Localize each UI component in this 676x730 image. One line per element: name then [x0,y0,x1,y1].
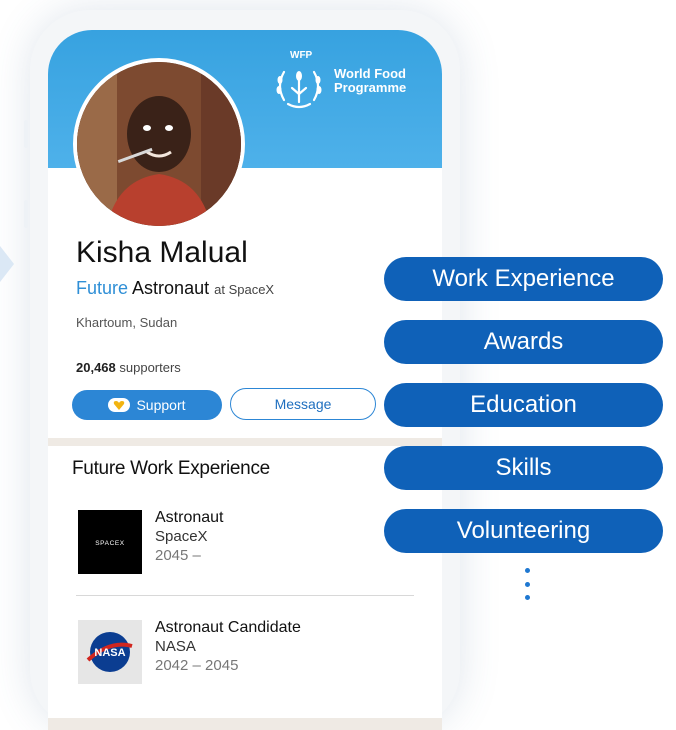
profile-location: Khartoum, Sudan [76,315,178,330]
supporters-label: supporters [119,360,181,375]
avatar [73,58,245,230]
bottom-divider [48,718,442,730]
experience-item-spacex[interactable]: SPACEX Astronaut SpaceX 2045 – [78,508,408,588]
wfp-logo-line2: Programme [334,80,407,95]
section-pill-awards[interactable]: Awards [384,320,663,364]
experience-dates: 2042 – 2045 [155,657,239,674]
title-future: Future [76,278,129,298]
spacex-logo-text: SPACEX [95,540,125,547]
experience-org: NASA [155,638,196,655]
list-divider [76,595,414,596]
message-button-label: Message [274,396,332,412]
profile-title: Future Astronaut at SpaceX [76,278,274,299]
section-pill-education[interactable]: Education [384,383,663,427]
wfp-tag: WFP [290,50,313,61]
nasa-logo-text: NASA [94,647,125,659]
experience-org: SpaceX [155,528,208,545]
wfp-logo-line1: World Food [334,66,406,81]
section-pill-skills[interactable]: Skills [384,446,663,490]
support-button[interactable]: Support [72,390,222,420]
more-vertical-icon[interactable] [524,568,530,600]
experience-item-nasa[interactable]: NASA Astronaut Candidate NASA 2042 – 204… [78,618,408,698]
side-mark [24,200,28,228]
experience-role: Astronaut [155,509,224,526]
side-mark [24,120,28,148]
title-role: Astronaut [132,278,210,298]
section-title: Future Work Experience [72,458,270,479]
wfp-logo: WFP World Food Programme [270,46,410,116]
section-pill-volunteering[interactable]: Volunteering [384,509,663,553]
profile-screen: WFP World Food Programme Kisha Malual Fu… [48,30,442,730]
experience-dates: 2045 – [155,547,201,564]
section-pill-work-experience[interactable]: Work Experience [384,257,663,301]
spacex-logo: SPACEX [78,510,142,574]
supporters-count: 20,468 supporters [76,360,181,375]
supporters-number: 20,468 [76,360,116,375]
experience-role: Astronaut Candidate [155,619,301,636]
wfp-emblem-icon: WFP [270,50,328,112]
title-company: at SpaceX [214,282,275,297]
arrow-left-icon [0,246,14,282]
profile-name: Kisha Malual [76,236,248,269]
message-button[interactable]: Message [230,388,376,420]
heart-icon [108,398,131,412]
nasa-logo: NASA [78,620,142,684]
support-button-label: Support [136,397,186,413]
section-divider [48,438,442,446]
